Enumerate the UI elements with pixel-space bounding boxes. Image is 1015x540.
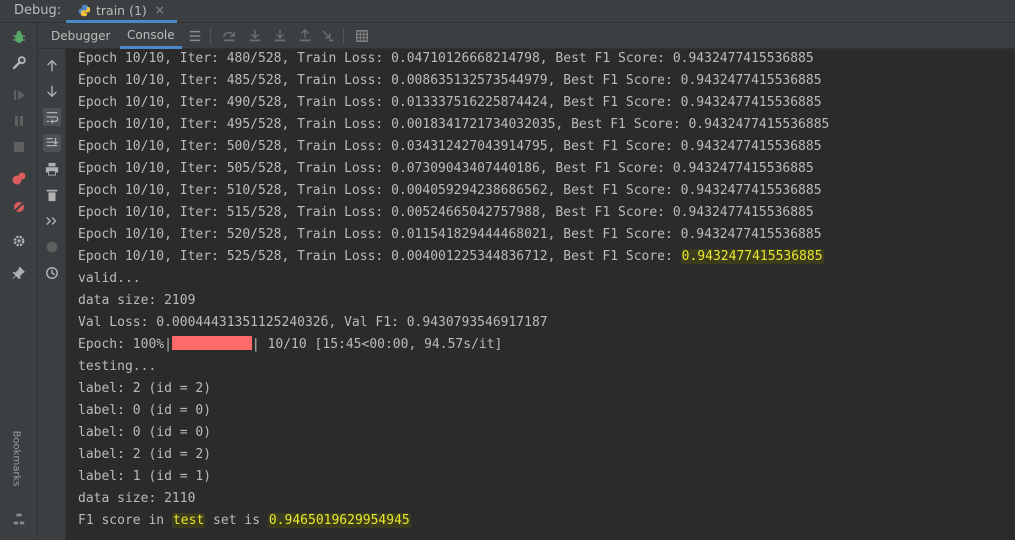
python-icon: [78, 4, 91, 16]
tab-console[interactable]: Console: [120, 23, 182, 49]
step-out-icon[interactable]: [297, 28, 313, 44]
soft-wrap-icon[interactable]: [43, 108, 61, 126]
bug-icon[interactable]: [11, 29, 27, 45]
console-output[interactable]: Epoch 10/10, Iter: 480/528, Train Loss: …: [67, 49, 1015, 540]
mute-breakpoints-icon[interactable]: [11, 199, 27, 215]
debug-titlebar: Debug: train (1) ×: [0, 0, 1015, 23]
trash-icon[interactable]: [43, 186, 61, 204]
console-line: Epoch 10/10, Iter: 495/528, Train Loss: …: [78, 117, 830, 132]
clock-icon[interactable]: [43, 264, 61, 282]
console-line: label: 2 (id = 2): [78, 447, 212, 462]
console-line: Val Loss: 0.0004443135112524032б, Val F1…: [78, 315, 548, 330]
evaluate-expression-icon[interactable]: [354, 28, 370, 44]
debug-label: Debug:: [14, 3, 62, 18]
console-line: Epoch 10/10, Iter: 505/528, Train Loss: …: [78, 161, 814, 176]
progress-line: Epoch: 100%| | 10/10 [15:45<00:00, 94.57s…: [78, 335, 502, 355]
highlighted-best-f1: 0.9432477415536885: [680, 249, 824, 264]
console-line: label: 2 (id = 2): [78, 381, 212, 396]
console-line: Epoch 10/10, Iter: 515/528, Train Loss: …: [78, 205, 814, 220]
console-line: data size: 2109: [78, 293, 196, 308]
print-icon[interactable]: [43, 160, 61, 178]
debug-toolbar: Debugger Console: [38, 23, 1015, 49]
console-line-last-iter: Epoch 10/10, Iter: 525/528, Train Loss: …: [78, 247, 824, 267]
run-tab-train[interactable]: train (1) ×: [66, 0, 177, 23]
step-into-icon[interactable]: [247, 28, 263, 44]
view-breakpoints-icon[interactable]: [11, 171, 27, 187]
step-over-icon[interactable]: [221, 28, 237, 44]
console-line: label: 1 (id = 1): [78, 469, 212, 484]
console-line: testing...: [78, 359, 157, 374]
progress-suffix: | 10/10 [15:45<00:00, 94.57s/it]: [251, 337, 503, 352]
console-line: Epoch 10/10, Iter: 480/528, Train Loss: …: [78, 51, 814, 66]
console-line: data size: 2110: [78, 491, 196, 506]
console-line: valid...: [78, 271, 141, 286]
console-line: label: 0 (id = 0): [78, 403, 212, 418]
highlighted-test-word: test: [171, 513, 206, 528]
console-text: Epoch 10/10, Iter: 525/528, Train Loss: …: [78, 249, 681, 264]
console-line-f1-result: F1 score in test set is 0.94650196299549…: [78, 511, 411, 531]
python-console-icon[interactable]: [43, 238, 61, 256]
arrow-up-icon[interactable]: [43, 57, 61, 75]
wrench-icon[interactable]: [11, 55, 27, 71]
arrow-down-icon[interactable]: [43, 82, 61, 100]
settings-icon[interactable]: [11, 233, 27, 249]
tab-debugger[interactable]: Debugger: [51, 23, 110, 49]
run-to-cursor-icon[interactable]: [320, 28, 336, 44]
console-line: Epoch 10/10, Iter: 485/528, Train Loss: …: [78, 73, 822, 88]
progress-bar-fill: [171, 336, 252, 350]
show-more-icon[interactable]: [43, 212, 61, 230]
console-text: F1 score in: [78, 513, 172, 528]
toolbar-separator: [210, 28, 211, 44]
pin-icon[interactable]: [11, 265, 27, 281]
console-line: label: 0 (id = 0): [78, 425, 212, 440]
pause-icon[interactable]: [11, 113, 27, 129]
left-tool-strip: Bookmarks: [0, 23, 38, 540]
console-line: Epoch 10/10, Iter: 490/528, Train Loss: …: [78, 95, 822, 110]
console-side-toolbar: [38, 49, 66, 540]
resume-icon[interactable]: [11, 87, 27, 103]
close-icon[interactable]: ×: [155, 3, 165, 17]
structure-side-icon[interactable]: [11, 511, 27, 527]
console-line: Epoch 10/10, Iter: 500/528, Train Loss: …: [78, 139, 822, 154]
console-line: Epoch 10/10, Iter: 520/528, Train Loss: …: [78, 227, 822, 242]
step-into-my-code-icon[interactable]: [272, 28, 288, 44]
console-line: Epoch 10/10, Iter: 510/528, Train Loss: …: [78, 183, 822, 198]
scroll-to-end-icon[interactable]: [43, 134, 61, 152]
stop-icon[interactable]: [11, 139, 27, 155]
bookmarks-side-label[interactable]: Bookmarks: [10, 431, 21, 487]
run-tab-label: train (1): [96, 2, 147, 18]
toolbar-separator: [343, 28, 344, 44]
highlighted-test-f1: 0.9465019629954945: [267, 513, 411, 528]
menu-lines-icon[interactable]: [187, 28, 203, 44]
console-text: set is: [205, 513, 268, 528]
progress-prefix: Epoch: 100%|: [78, 337, 172, 352]
